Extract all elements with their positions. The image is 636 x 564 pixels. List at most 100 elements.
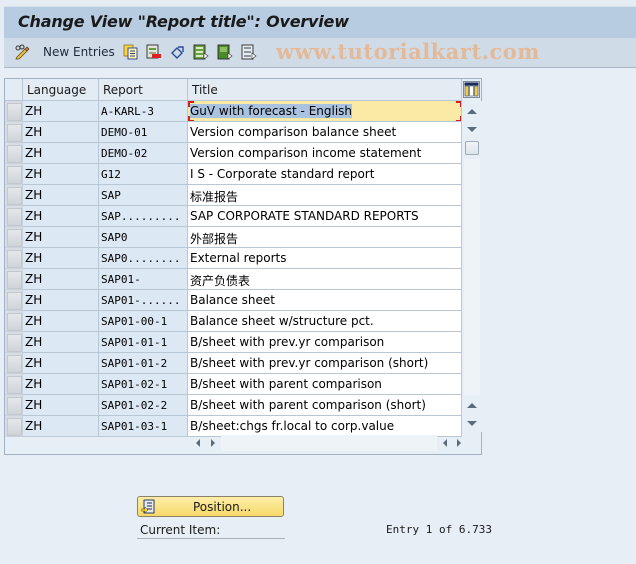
scroll-track[interactable] — [464, 159, 480, 395]
column-header-language[interactable]: Language — [23, 79, 99, 101]
row-selector[interactable] — [5, 353, 23, 374]
language-cell: ZH — [23, 395, 99, 416]
horizontal-scroll-track[interactable] — [221, 435, 437, 451]
row-selector[interactable] — [5, 143, 23, 164]
table-row[interactable]: ZH SAP01-...... Balance sheet — [5, 290, 462, 311]
title-input[interactable]: External reports — [188, 248, 462, 269]
table-row[interactable]: ZH SAP01-02-2 B/sheet with parent comparis… — [5, 395, 462, 416]
report-cell: SAP01-02-2 — [99, 395, 188, 416]
title-input[interactable]: B/sheet with parent comparison — [188, 374, 462, 395]
row-selector[interactable] — [5, 122, 23, 143]
report-cell: DEMO-01 — [99, 122, 188, 143]
horizontal-scrollbar[interactable] — [188, 433, 462, 453]
title-input[interactable]: B/sheet with prev.yr comparison (short) — [188, 353, 462, 374]
table-row[interactable]: ZH SAP 标准报告 — [5, 185, 462, 206]
vertical-scrollbar[interactable] — [462, 101, 482, 432]
scroll-left-button[interactable] — [192, 435, 204, 451]
table-row[interactable]: ZH DEMO-01 Version comparison balance shee… — [5, 122, 462, 143]
title-input[interactable]: B/sheet with parent comparison (short) — [188, 395, 462, 416]
title-input[interactable]: SAP CORPORATE STANDARD REPORTS — [188, 206, 462, 227]
language-cell: ZH — [23, 311, 99, 332]
position-button[interactable]: Position... — [137, 496, 284, 517]
table-row[interactable]: ZH SAP0........ External reports — [5, 248, 462, 269]
select-all-icon[interactable] — [193, 44, 209, 60]
table-row[interactable]: ZH G12 I S - Corporate standard report — [5, 164, 462, 185]
table-row[interactable]: ZH SAP01-01-2 B/sheet with prev.yr compari… — [5, 353, 462, 374]
language-cell: ZH — [23, 416, 99, 437]
row-selector[interactable] — [5, 332, 23, 353]
title-input[interactable]: GuV with forecast - English — [188, 101, 462, 122]
row-selector[interactable] — [5, 101, 23, 122]
title-input[interactable]: Balance sheet w/structure pct. — [188, 311, 462, 332]
new-entries-button[interactable]: New Entries — [43, 45, 115, 59]
report-cell: SAP01- — [99, 269, 188, 290]
title-input[interactable]: I S - Corporate standard report — [188, 164, 462, 185]
title-input[interactable]: Balance sheet — [188, 290, 462, 311]
deselect-all-icon[interactable] — [241, 44, 257, 60]
table-row[interactable]: ZH SAP0 外部报告 — [5, 227, 462, 248]
scroll-right-button[interactable] — [207, 435, 219, 451]
language-cell: ZH — [23, 206, 99, 227]
row-selector[interactable] — [5, 269, 23, 290]
title-input[interactable]: 资产负债表 — [188, 269, 462, 290]
application-toolbar: New Entries www.tutorialkart.com — [4, 38, 636, 68]
row-selector[interactable] — [5, 290, 23, 311]
delete-icon[interactable] — [146, 44, 162, 60]
copy-icon[interactable] — [123, 44, 139, 60]
scroll-right-end-button[interactable] — [453, 435, 465, 451]
scroll-page-up-button[interactable] — [464, 397, 480, 413]
select-block-icon[interactable] — [217, 44, 233, 60]
position-icon — [141, 499, 155, 514]
table-row[interactable]: ZH SAP01-02-1 B/sheet with parent comparis… — [5, 374, 462, 395]
display-change-icon[interactable] — [14, 44, 30, 60]
scroll-left-end-button[interactable] — [439, 435, 451, 451]
column-header-title[interactable]: Title — [188, 79, 462, 101]
row-selector[interactable] — [5, 311, 23, 332]
language-cell: ZH — [23, 269, 99, 290]
report-cell: SAP01-00-1 — [99, 311, 188, 332]
row-selector[interactable] — [5, 248, 23, 269]
row-selector[interactable] — [5, 395, 23, 416]
row-selector[interactable] — [5, 206, 23, 227]
language-cell: ZH — [23, 290, 99, 311]
report-cell: SAP — [99, 185, 188, 206]
table-row[interactable]: ZH SAP......... SAP CORPORATE STANDARD REP… — [5, 206, 462, 227]
arrow-up-icon — [467, 402, 477, 408]
arrow-up-icon — [467, 108, 477, 114]
scroll-up-button[interactable] — [464, 103, 480, 119]
language-cell: ZH — [23, 122, 99, 143]
report-cell: SAP0........ — [99, 248, 188, 269]
language-cell: ZH — [23, 353, 99, 374]
title-input[interactable]: Version comparison income statement — [188, 143, 462, 164]
table-row[interactable]: ZH A-KARL-3 GuV with forecast - English — [5, 101, 462, 122]
row-selector[interactable] — [5, 164, 23, 185]
row-selector[interactable] — [5, 185, 23, 206]
title-input[interactable]: Version comparison balance sheet — [188, 122, 462, 143]
scroll-page-down-button[interactable] — [464, 415, 480, 431]
report-cell: SAP01-...... — [99, 290, 188, 311]
current-item-divider — [137, 538, 285, 539]
watermark: www.tutorialkart.com — [276, 39, 540, 64]
row-selector[interactable] — [5, 227, 23, 248]
scroll-thumb[interactable] — [465, 141, 479, 155]
table-row[interactable]: ZH SAP01- 资产负债表 — [5, 269, 462, 290]
row-selector[interactable] — [5, 374, 23, 395]
undo-change-icon[interactable] — [170, 44, 186, 60]
report-cell: A-KARL-3 — [99, 101, 188, 122]
title-input[interactable]: 外部报告 — [188, 227, 462, 248]
arrow-right-icon — [211, 439, 215, 447]
title-input[interactable]: 标准报告 — [188, 185, 462, 206]
title-bar: Change View "Report title": Overview — [0, 0, 636, 38]
table-row[interactable]: ZH SAP01-01-1 B/sheet with prev.yr compari… — [5, 332, 462, 353]
select-all-header[interactable] — [5, 79, 23, 101]
table-row[interactable]: ZH SAP01-00-1 Balance sheet w/structure pc… — [5, 311, 462, 332]
table-row[interactable]: ZH DEMO-02 Version comparison income state… — [5, 143, 462, 164]
entry-count: Entry 1 of 6.733 — [386, 523, 492, 536]
table-settings-icon[interactable] — [463, 81, 480, 98]
report-cell: DEMO-02 — [99, 143, 188, 164]
row-selector[interactable] — [5, 416, 23, 437]
column-header-report[interactable]: Report — [99, 79, 188, 101]
arrow-down-icon — [467, 126, 477, 132]
title-input[interactable]: B/sheet with prev.yr comparison — [188, 332, 462, 353]
scroll-down-button[interactable] — [464, 121, 480, 137]
